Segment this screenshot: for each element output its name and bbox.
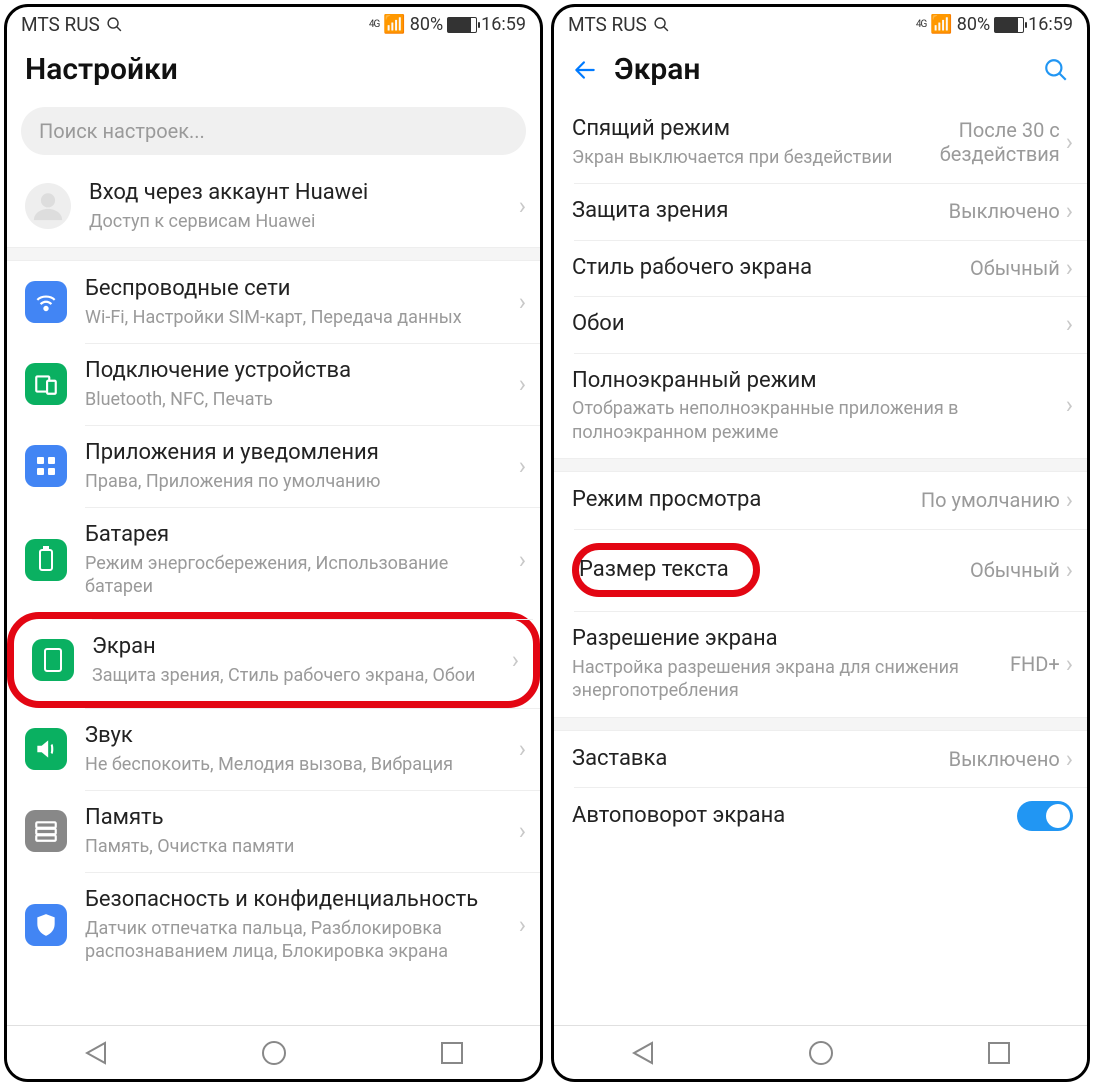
chevron-right-icon: › xyxy=(1066,197,1073,225)
row-security[interactable]: Безопасность и конфиденциальностьДатчик … xyxy=(7,872,540,977)
chevron-right-icon: › xyxy=(519,735,526,763)
chevron-right-icon: › xyxy=(1066,486,1073,514)
network-icon: 4G xyxy=(916,20,926,30)
devices-icon xyxy=(25,363,67,405)
chevron-right-icon: › xyxy=(1066,556,1073,584)
search-icon xyxy=(106,16,123,33)
account-sub: Доступ к сервисам Huawei xyxy=(89,210,519,233)
nav-recent[interactable] xyxy=(441,1042,463,1064)
row-devices[interactable]: Подключение устройстваBluetooth, NFC, Пе… xyxy=(7,343,540,425)
wifi-icon xyxy=(25,281,67,323)
account-row[interactable]: Вход через аккаунт Huawei Доступ к серви… xyxy=(7,165,540,247)
chevron-right-icon: › xyxy=(1066,650,1073,678)
nav-back[interactable] xyxy=(85,1041,107,1065)
back-button[interactable] xyxy=(572,57,598,83)
row-sleep[interactable]: Спящий режимЭкран выключается при бездей… xyxy=(554,101,1087,183)
toggle-auto-rotate[interactable] xyxy=(1017,801,1073,831)
header: Настройки xyxy=(7,40,540,101)
battery-pct: 80% xyxy=(410,14,443,35)
nav-bar xyxy=(7,1025,540,1079)
nav-back[interactable] xyxy=(632,1041,654,1065)
page-title: Настройки xyxy=(25,52,522,87)
status-bar: MTS RUS 4G 📶 80% 16:59 xyxy=(554,7,1087,40)
chevron-right-icon: › xyxy=(1066,128,1073,156)
shield-icon xyxy=(25,904,67,946)
sound-icon xyxy=(25,728,67,770)
battery-icon xyxy=(25,539,67,581)
page-title: Экран xyxy=(614,52,1027,87)
battery-icon xyxy=(994,17,1024,33)
chevron-right-icon: › xyxy=(519,817,526,845)
chevron-right-icon: › xyxy=(1066,391,1073,419)
row-value: После 30 с бездействия xyxy=(900,118,1060,166)
nav-recent[interactable] xyxy=(988,1042,1010,1064)
avatar-icon xyxy=(25,183,71,229)
signal-icon: 📶 xyxy=(383,14,405,35)
chevron-right-icon: › xyxy=(512,646,519,674)
divider xyxy=(7,247,540,261)
clock: 16:59 xyxy=(481,14,526,35)
status-bar: MTS RUS 4G 📶 80% 16:59 xyxy=(7,7,540,40)
chevron-right-icon: › xyxy=(519,452,526,480)
chevron-right-icon: › xyxy=(519,192,526,220)
row-eye-comfort[interactable]: Защита зрения Выключено › xyxy=(554,183,1087,240)
divider xyxy=(554,458,1087,472)
battery-icon xyxy=(447,17,477,33)
row-fullscreen[interactable]: Полноэкранный режимОтображать неполноэкр… xyxy=(554,353,1087,458)
chevron-right-icon: › xyxy=(1066,745,1073,773)
row-screensaver[interactable]: Заставка Выключено › xyxy=(554,731,1087,788)
chevron-right-icon: › xyxy=(519,911,526,939)
row-battery[interactable]: БатареяРежим энергосбережения, Использов… xyxy=(7,507,540,612)
battery-pct: 80% xyxy=(957,14,990,35)
row-view-mode[interactable]: Режим просмотра По умолчанию › xyxy=(554,472,1087,529)
phone-settings: MTS RUS 4G 📶 80% 16:59 Настройки Поиск н… xyxy=(4,4,543,1082)
carrier-label: MTS RUS xyxy=(21,13,100,36)
nav-home[interactable] xyxy=(809,1041,833,1065)
display-content[interactable]: Спящий режимЭкран выключается при бездей… xyxy=(554,101,1087,1025)
row-wireless[interactable]: Беспроводные сетиWi-Fi, Настройки SIM-ка… xyxy=(7,261,540,343)
row-sound[interactable]: ЗвукНе беспокоить, Мелодия вызова, Вибра… xyxy=(7,708,540,790)
signal-icon: 📶 xyxy=(930,14,952,35)
phone-display-settings: MTS RUS 4G 📶 80% 16:59 Экран Спящий режи… xyxy=(551,4,1090,1082)
clock: 16:59 xyxy=(1028,14,1073,35)
chevron-right-icon: › xyxy=(519,370,526,398)
network-icon: 4G xyxy=(369,20,379,30)
apps-icon xyxy=(25,445,67,487)
row-auto-rotate[interactable]: Автоповорот экрана xyxy=(554,787,1087,845)
row-screen[interactable]: ЭкранЗащита зрения, Стиль рабочего экран… xyxy=(7,612,540,708)
chevron-right-icon: › xyxy=(519,288,526,316)
search-icon xyxy=(653,16,670,33)
row-text-size[interactable]: Размер текста Обычный › xyxy=(554,529,1087,612)
storage-icon xyxy=(25,810,67,852)
settings-content[interactable]: Поиск настроек... Вход через аккаунт Hua… xyxy=(7,101,540,1025)
search-button[interactable] xyxy=(1043,57,1069,83)
screen-icon xyxy=(32,639,74,681)
row-memory[interactable]: ПамятьПамять, Очистка памяти › xyxy=(7,790,540,872)
row-apps[interactable]: Приложения и уведомленияПрава, Приложени… xyxy=(7,425,540,507)
search-input[interactable]: Поиск настроек... xyxy=(21,107,526,155)
divider xyxy=(554,717,1087,731)
chevron-right-icon: › xyxy=(1066,310,1073,338)
header: Экран xyxy=(554,40,1087,101)
chevron-right-icon: › xyxy=(519,546,526,574)
chevron-right-icon: › xyxy=(1066,254,1073,282)
nav-bar xyxy=(554,1025,1087,1079)
row-home-style[interactable]: Стиль рабочего экрана Обычный › xyxy=(554,240,1087,297)
nav-home[interactable] xyxy=(262,1041,286,1065)
account-title: Вход через аккаунт Huawei xyxy=(89,179,519,208)
row-wallpaper[interactable]: Обои › xyxy=(554,296,1087,353)
carrier-label: MTS RUS xyxy=(568,13,647,36)
row-resolution[interactable]: Разрешение экранаНастройка разрешения эк… xyxy=(554,611,1087,716)
